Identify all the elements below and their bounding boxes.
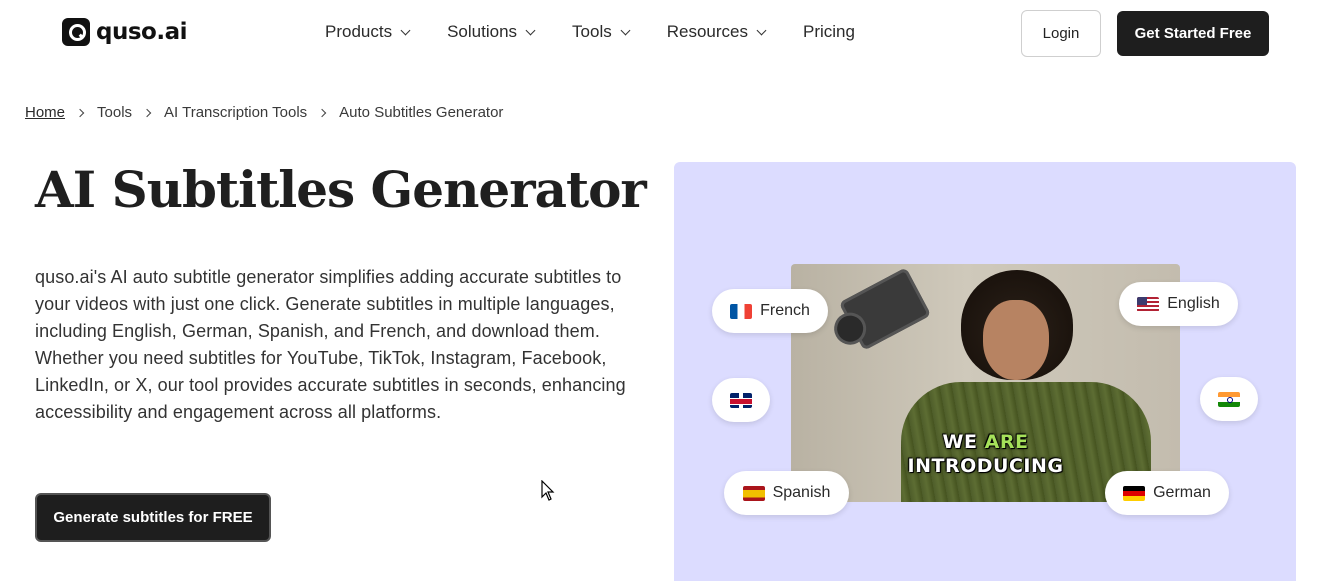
- language-chip-india: [1200, 377, 1258, 421]
- uk-flag-icon: [730, 392, 752, 408]
- usa-flag-icon: [1137, 296, 1160, 312]
- chevron-right-icon: [75, 108, 85, 117]
- language-label-german: German: [1153, 484, 1211, 501]
- chevron-down-icon: [620, 25, 631, 35]
- language-chip-english: English: [1119, 282, 1238, 326]
- hero-description: quso.ai's AI auto subtitle generator sim…: [35, 267, 626, 422]
- chevron-right-icon: [142, 108, 152, 117]
- france-flag-icon: [730, 303, 753, 319]
- nav-products-label: Products: [325, 22, 393, 41]
- get-started-button[interactable]: Get Started Free: [1117, 11, 1269, 56]
- page-title: AI Subtitles Generator: [35, 160, 647, 219]
- breadcrumb: Home Tools AI Transcription Tools Auto S…: [25, 104, 503, 121]
- nav-products[interactable]: Products: [325, 22, 411, 42]
- chevron-right-icon: [317, 108, 327, 117]
- caption-word-we: WE: [942, 431, 978, 453]
- nav-solutions[interactable]: Solutions: [447, 22, 536, 42]
- language-chip-uk: [712, 378, 770, 422]
- language-label-english: English: [1167, 295, 1220, 312]
- nav-solutions-label: Solutions: [447, 22, 518, 41]
- language-chip-spanish: Spanish: [724, 471, 849, 515]
- breadcrumb-ai-transcription-tools[interactable]: AI Transcription Tools: [164, 104, 307, 121]
- preview-panel: WE ARE INTRODUCING French English Spanis…: [674, 162, 1296, 581]
- nav-resources[interactable]: Resources: [666, 22, 767, 42]
- breadcrumb-tools[interactable]: Tools: [97, 104, 132, 121]
- caption-word-introducing: INTRODUCING: [907, 455, 1064, 477]
- nav-tools-label: Tools: [572, 22, 612, 41]
- nav-pricing[interactable]: Pricing: [803, 22, 855, 42]
- language-chip-french: French: [712, 289, 828, 333]
- breadcrumb-home[interactable]: Home: [25, 104, 65, 121]
- language-chip-german: German: [1105, 471, 1229, 515]
- logo-mark-icon: [62, 18, 90, 46]
- chevron-down-icon: [400, 25, 411, 35]
- person-face: [983, 300, 1049, 380]
- nav-pricing-label: Pricing: [802, 22, 855, 41]
- video-camera-icon: [838, 267, 932, 351]
- chevron-down-icon: [525, 25, 536, 35]
- breadcrumb-current: Auto Subtitles Generator: [339, 104, 504, 121]
- germany-flag-icon: [1123, 485, 1146, 501]
- spain-flag-icon: [742, 485, 765, 501]
- nav-tools[interactable]: Tools: [572, 22, 631, 42]
- logo-text: quso.ai: [96, 19, 187, 45]
- language-label-french: French: [760, 302, 810, 319]
- logo[interactable]: quso.ai: [62, 18, 187, 46]
- nav-resources-label: Resources: [666, 22, 748, 41]
- caption-word-are: ARE: [984, 431, 1029, 453]
- india-flag-icon: [1218, 391, 1240, 407]
- login-button[interactable]: Login: [1021, 10, 1101, 57]
- main-nav: Products Solutions Tools Resources Prici…: [325, 22, 893, 42]
- generate-subtitles-button[interactable]: Generate subtitles for FREE: [35, 493, 271, 542]
- chevron-down-icon: [756, 25, 767, 35]
- language-label-spanish: Spanish: [772, 484, 831, 501]
